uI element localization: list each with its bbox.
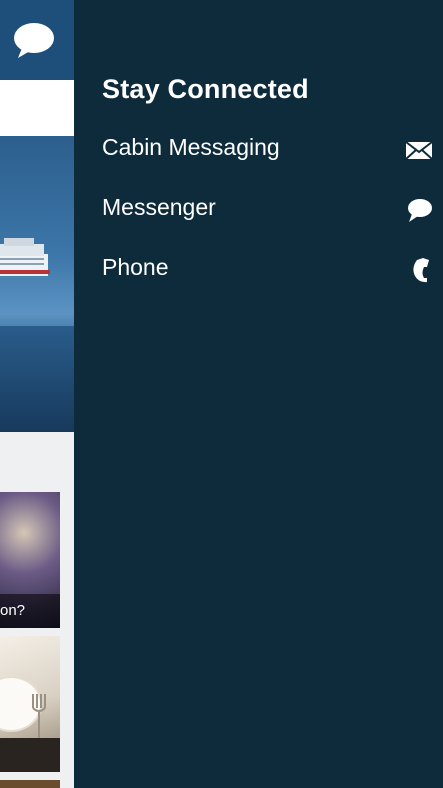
card-caption: on? <box>0 594 60 628</box>
background-app: on? <box>0 0 74 788</box>
menu-item-label: Messenger <box>102 194 216 220</box>
menu-item-label: Phone <box>102 254 169 280</box>
hero-image-cruise-ship <box>0 136 74 432</box>
menu-item-messenger[interactable]: Messenger <box>74 184 443 236</box>
feature-card[interactable] <box>0 780 60 788</box>
background-search-bar[interactable] <box>0 80 74 136</box>
cruise-ship-image <box>0 238 50 276</box>
menu-item-label: Cabin Messaging <box>102 134 280 160</box>
panel-title: Stay Connected <box>102 74 309 104</box>
feature-card-nightlife[interactable]: on? <box>0 492 60 628</box>
menu-item-cabin-messaging[interactable]: Cabin Messaging <box>74 124 443 176</box>
phone-icon <box>413 258 429 283</box>
fork-icon <box>32 694 46 738</box>
stay-connected-panel: Stay Connected Cabin Messaging Messenger… <box>74 0 443 788</box>
chat-bubble-icon <box>408 199 432 222</box>
background-header <box>0 0 74 80</box>
sea <box>0 326 74 432</box>
envelope-icon <box>405 141 433 160</box>
menu-item-phone[interactable]: Phone <box>74 244 443 296</box>
chat-bubble-icon[interactable] <box>12 20 56 60</box>
feature-card-dining[interactable] <box>0 636 60 772</box>
